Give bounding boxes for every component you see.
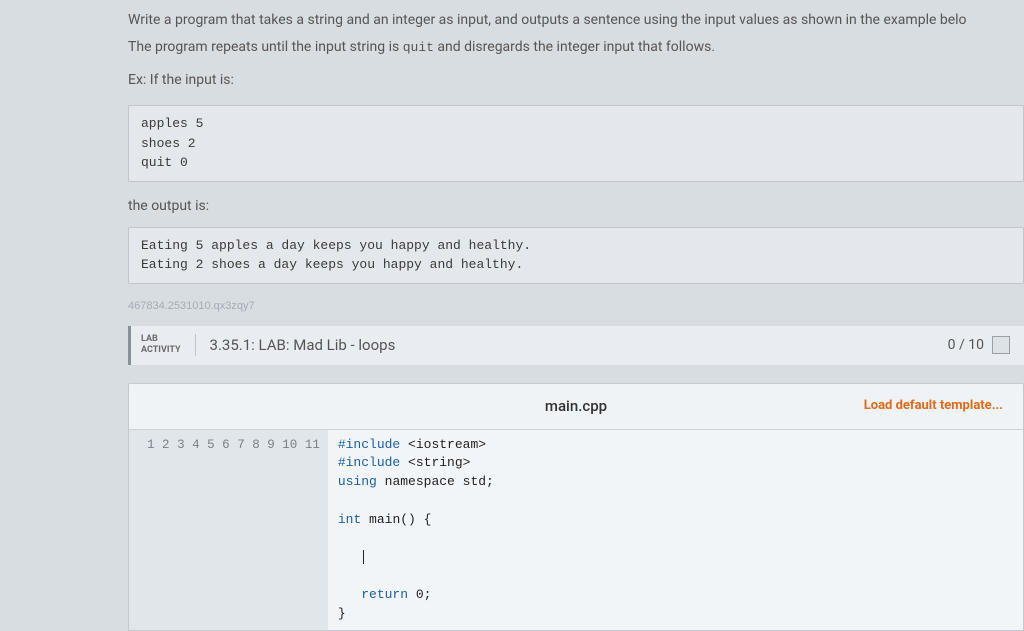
line-number-gutter: 1 2 3 4 5 6 7 8 9 10 11 [129,430,328,630]
watermark-id: 467834.2531010.qx3zqy7 [128,298,1024,315]
example-output-label: the output is: [128,196,1024,217]
example-output-box: Eating 5 apples a day keeps you happy an… [128,227,1024,284]
code-editor-panel: main.cpp Load default template... 1 2 3 … [128,383,1024,631]
lab-title: 3.35.1: LAB: Mad Lib - loops [196,334,396,357]
example-input-box: apples 5 shoes 2 quit 0 [128,105,1024,182]
editor-tab-bar: main.cpp Load default template... [129,384,1023,430]
score-box-icon [992,336,1010,354]
code-text-area[interactable]: #include <iostream> #include <string> us… [328,430,1023,630]
editor-filename-tab[interactable]: main.cpp [434,395,719,418]
lab-activity-header: LAB ACTIVITY 3.35.1: LAB: Mad Lib - loop… [128,326,1024,365]
instruction-line-1: Write a program that takes a string and … [128,10,1018,31]
instruction-line-2: The program repeats until the input stri… [128,37,1018,58]
load-default-template-link[interactable]: Load default template... [718,396,1003,416]
inline-code-quit: quit [403,40,434,55]
code-editor[interactable]: 1 2 3 4 5 6 7 8 9 10 11 #include <iostre… [129,430,1023,630]
lab-badge: LAB ACTIVITY [131,334,196,356]
example-input-label: Ex: If the input is: [128,70,1018,91]
problem-instructions: Write a program that takes a string and … [128,10,1024,91]
text-cursor [363,550,364,564]
lab-score: 0 / 10 [948,335,1010,356]
